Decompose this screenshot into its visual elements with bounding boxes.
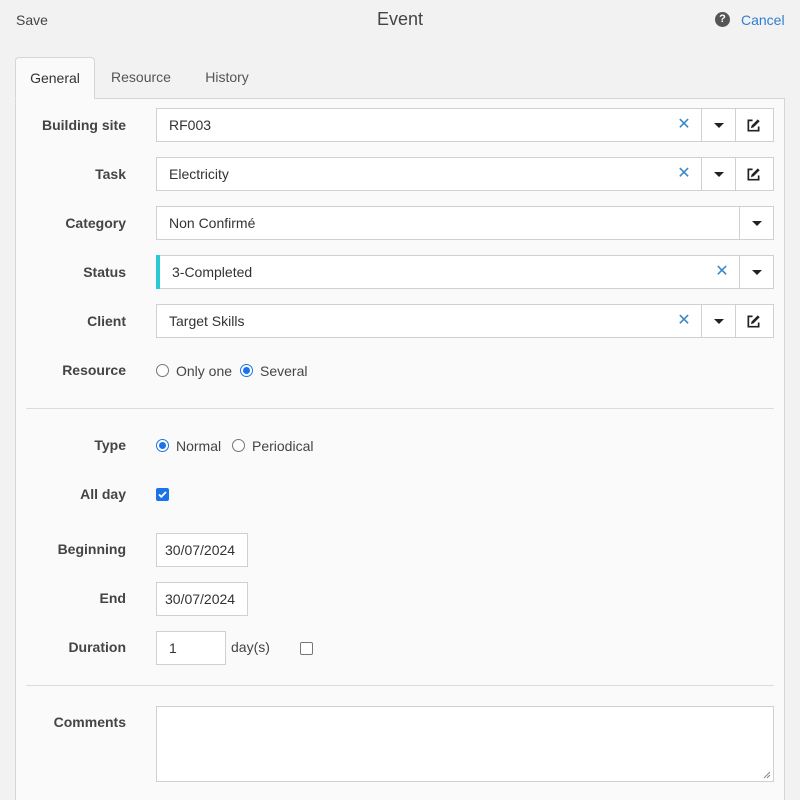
resource-label: Resource bbox=[62, 362, 126, 378]
edit-button[interactable] bbox=[735, 158, 773, 190]
duration-input[interactable]: 1 bbox=[156, 631, 226, 665]
beginning-date-input[interactable]: 30/07/2024 bbox=[156, 533, 248, 567]
all-day-label: All day bbox=[80, 486, 126, 502]
edit-button[interactable] bbox=[735, 305, 773, 337]
client-label: Client bbox=[87, 313, 126, 329]
resource-several-radio[interactable] bbox=[240, 364, 253, 377]
help-icon[interactable]: ? bbox=[715, 12, 730, 27]
building-site-field[interactable]: RF003 ✕ bbox=[156, 108, 774, 142]
duration-checkbox[interactable] bbox=[300, 642, 313, 655]
duration-label: Duration bbox=[68, 639, 126, 655]
comments-label: Comments bbox=[53, 714, 126, 730]
category-field[interactable]: Non Confirmé bbox=[156, 206, 774, 240]
type-normal-radio[interactable] bbox=[156, 439, 169, 452]
client-field[interactable]: Target Skills ✕ bbox=[156, 304, 774, 338]
type-label: Type bbox=[94, 437, 126, 453]
building-site-label: Building site bbox=[42, 117, 126, 133]
checkmark-icon bbox=[158, 491, 167, 499]
category-value: Non Confirmé bbox=[169, 215, 256, 231]
task-label: Task bbox=[95, 166, 126, 182]
section-divider bbox=[26, 685, 774, 686]
type-periodical-radio[interactable] bbox=[232, 439, 245, 452]
status-value: 3-Completed bbox=[172, 264, 253, 280]
tab-resource[interactable]: Resource bbox=[101, 57, 181, 99]
task-field[interactable]: Electricity ✕ bbox=[156, 157, 774, 191]
dropdown-button[interactable] bbox=[701, 305, 735, 337]
type-normal-label: Normal bbox=[176, 438, 222, 454]
caret-down-icon bbox=[714, 172, 724, 177]
comments-textarea[interactable] bbox=[156, 706, 774, 782]
clear-icon[interactable]: ✕ bbox=[714, 264, 730, 280]
section-divider bbox=[26, 408, 774, 409]
dropdown-button[interactable] bbox=[701, 109, 735, 141]
building-site-value: RF003 bbox=[169, 117, 212, 133]
caret-down-icon bbox=[714, 123, 724, 128]
all-day-checkbox[interactable] bbox=[156, 488, 169, 501]
edit-icon bbox=[747, 168, 760, 181]
status-label: Status bbox=[83, 264, 126, 280]
tab-general[interactable]: General bbox=[15, 57, 95, 99]
edit-icon bbox=[747, 315, 760, 328]
clear-icon[interactable]: ✕ bbox=[676, 166, 692, 182]
status-field[interactable]: 3-Completed ✕ bbox=[156, 255, 774, 289]
beginning-label: Beginning bbox=[57, 541, 126, 557]
cancel-button[interactable]: Cancel bbox=[741, 12, 785, 28]
caret-down-icon bbox=[714, 319, 724, 324]
caret-down-icon bbox=[752, 221, 762, 226]
clear-icon[interactable]: ✕ bbox=[676, 117, 692, 133]
end-label: End bbox=[99, 590, 126, 606]
top-bar: Save Event ? Cancel bbox=[0, 0, 800, 42]
resize-grip-icon[interactable] bbox=[763, 771, 771, 779]
tab-history[interactable]: History bbox=[191, 57, 263, 99]
end-date-input[interactable]: 30/07/2024 bbox=[156, 582, 248, 616]
task-value: Electricity bbox=[169, 166, 229, 182]
duration-unit: day(s) bbox=[231, 639, 270, 655]
form-panel bbox=[15, 98, 785, 800]
edit-button[interactable] bbox=[735, 109, 773, 141]
dropdown-button[interactable] bbox=[739, 256, 773, 288]
resource-only-one-label: Only one bbox=[176, 363, 233, 379]
category-label: Category bbox=[65, 215, 126, 231]
resource-several-label: Several bbox=[260, 363, 308, 379]
resource-only-one-radio[interactable] bbox=[156, 364, 169, 377]
page-title: Event bbox=[376, 9, 424, 29]
clear-icon[interactable]: ✕ bbox=[676, 313, 692, 329]
dropdown-button[interactable] bbox=[701, 158, 735, 190]
dropdown-button[interactable] bbox=[739, 207, 773, 239]
client-value: Target Skills bbox=[169, 313, 245, 329]
caret-down-icon bbox=[752, 270, 762, 275]
status-color-bar bbox=[156, 255, 160, 289]
edit-icon bbox=[747, 119, 760, 132]
type-periodical-label: Periodical bbox=[252, 438, 314, 454]
